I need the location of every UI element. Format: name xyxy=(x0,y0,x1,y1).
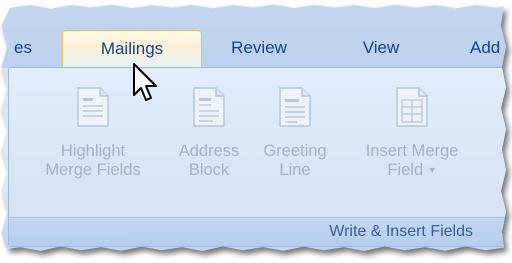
command-label-field: Field xyxy=(387,161,424,179)
command-label-line2: Field ▼ xyxy=(387,161,436,180)
command-label-line1: Address xyxy=(178,142,240,160)
command-label-line2: Merge Fields xyxy=(45,161,141,179)
insert-merge-field-button[interactable]: Insert Merge Field ▼ xyxy=(353,86,471,180)
command-label-line1: Insert Merge xyxy=(365,142,459,160)
tab-view[interactable]: View xyxy=(356,30,406,66)
command-label-line1: Highlight xyxy=(60,142,126,160)
command-label-line2: Block xyxy=(188,161,230,179)
document-icon xyxy=(279,87,311,127)
tab-review[interactable]: Review xyxy=(224,30,294,66)
ribbon-window: es Mailings Review View Add Highlight Me… xyxy=(1,4,506,252)
mouse-pointer-icon xyxy=(133,63,157,101)
command-label-line2: Line xyxy=(279,161,311,179)
address-block-button[interactable]: Address Block xyxy=(169,86,249,180)
ribbon-panel: Highlight Merge Fields Address Block Gre… xyxy=(8,67,506,247)
table-document-icon xyxy=(396,87,428,127)
dropdown-arrow-icon[interactable]: ▼ xyxy=(428,165,437,175)
document-icon xyxy=(193,87,225,127)
group-label: Write & Insert Fields xyxy=(329,223,473,240)
document-icon xyxy=(77,87,109,127)
tab-add-ins-partial[interactable]: Add xyxy=(470,30,506,66)
command-label-line1: Greeting xyxy=(263,142,327,160)
greeting-line-button[interactable]: Greeting Line xyxy=(255,86,335,180)
tab-partial-left[interactable]: es xyxy=(14,30,44,66)
group-footer: Write & Insert Fields xyxy=(9,217,506,246)
ribbon-tab-strip: es Mailings Review View Add xyxy=(1,4,506,68)
screenshot-frame: es Mailings Review View Add Highlight Me… xyxy=(0,0,512,263)
